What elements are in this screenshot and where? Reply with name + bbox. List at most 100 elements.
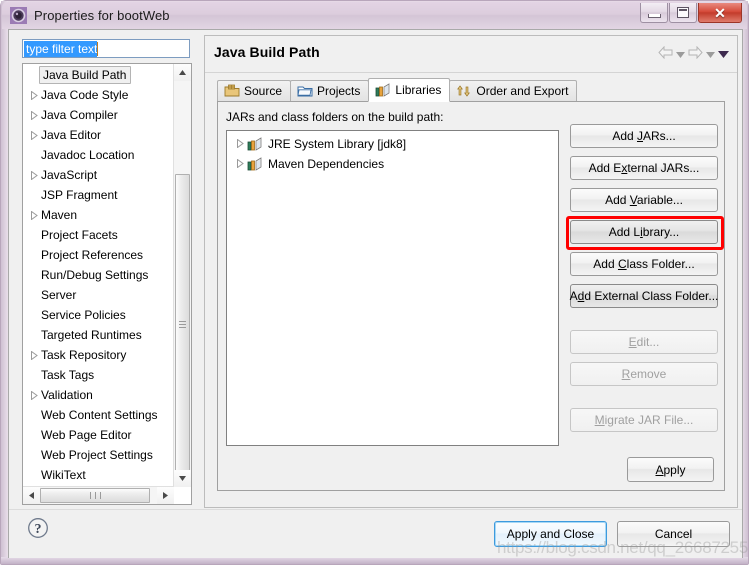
minimize-button[interactable] (640, 3, 668, 23)
add-external-class-folder-button[interactable]: Add External Class Folder... (570, 284, 718, 308)
libraries-tab-content: JARs and class folders on the build path… (218, 102, 724, 490)
close-icon: ✕ (714, 6, 726, 20)
apply-button[interactable]: Apply (627, 457, 714, 482)
tab-order-and-export[interactable]: Order and Export (449, 80, 577, 102)
button-label: Add JARs... (612, 129, 675, 143)
sidebar-item-java-compiler[interactable]: Java Compiler (23, 105, 175, 125)
sidebar-item-maven[interactable]: Maven (23, 205, 175, 225)
add-library-button[interactable]: Add Library... (570, 220, 718, 244)
filter-input-value: type filter text (24, 41, 97, 57)
order-export-icon (456, 83, 472, 99)
build-path-entry-label: JRE System Library [jdk8] (268, 137, 406, 151)
apply-and-close-button[interactable]: Apply and Close (494, 521, 607, 547)
scroll-left-button[interactable] (23, 487, 40, 504)
jars-label: JARs and class folders on the build path… (226, 110, 443, 124)
sidebar-item-label: Service Policies (41, 307, 126, 323)
settings-tree-pane: type filter text Java Build Path Java Cod… (14, 35, 198, 508)
tab-projects[interactable]: Projects (290, 80, 369, 102)
sidebar-item-java-editor[interactable]: Java Editor (23, 125, 175, 145)
tab-source[interactable]: Source (217, 80, 291, 102)
add-class-folder-button[interactable]: Add Class Folder... (570, 252, 718, 276)
sidebar-item-label: Maven (41, 207, 77, 223)
restore-icon (677, 7, 689, 18)
restore-button[interactable] (669, 3, 697, 23)
tree-vertical-scrollbar[interactable] (173, 64, 191, 487)
sidebar-item-task-repository[interactable]: Task Repository (23, 345, 175, 365)
sidebar-item-java-code-style[interactable]: Java Code Style (23, 85, 175, 105)
dialog-bottom-bar: ? Apply and Close Cancel (9, 509, 742, 558)
sidebar-item-label: Project References (41, 247, 143, 263)
button-label: Add Variable... (605, 193, 683, 207)
scroll-right-button[interactable] (157, 487, 174, 504)
build-path-entry-row[interactable]: Maven Dependencies (227, 154, 558, 174)
scroll-thumb[interactable] (175, 174, 190, 474)
title-bar[interactable]: Properties for bootWeb ✕ (2, 2, 747, 29)
hscroll-thumb[interactable] (40, 488, 150, 503)
sidebar-item-task-tags[interactable]: Task Tags (23, 365, 175, 385)
add-variable-button[interactable]: Add Variable... (570, 188, 718, 212)
tree-horizontal-scrollbar[interactable] (23, 486, 174, 504)
sidebar-item-validation[interactable]: Validation (23, 385, 175, 405)
back-dropdown-icon[interactable] (676, 47, 685, 61)
sidebar-item-label: Task Repository (41, 347, 126, 363)
libraries-books-icon (375, 82, 391, 98)
sidebar-item-run-debug-settings[interactable]: Run/Debug Settings (23, 265, 175, 285)
sidebar-item-jsp-fragment[interactable]: JSP Fragment (23, 185, 175, 205)
sidebar-item-label: Targeted Runtimes (41, 327, 142, 343)
build-path-entry-row[interactable]: JRE System Library [jdk8] (227, 134, 558, 154)
button-label: Apply and Close (507, 527, 594, 541)
sidebar-item-project-facets[interactable]: Project Facets (23, 225, 175, 245)
window-frame-bottom (1, 557, 748, 564)
tab-libraries[interactable]: Libraries (368, 78, 450, 102)
forward-dropdown-icon[interactable] (706, 47, 715, 61)
sidebar-item-label: Java Build Path (39, 66, 131, 84)
sidebar-item-server[interactable]: Server (23, 285, 175, 305)
sidebar-item-web-project-settings[interactable]: Web Project Settings (23, 445, 175, 465)
help-icon[interactable]: ? (27, 517, 49, 539)
expand-arrow-icon[interactable] (27, 171, 41, 180)
button-label: Add Library... (609, 225, 679, 239)
view-menu-icon[interactable] (718, 47, 729, 61)
expand-arrow-icon[interactable] (27, 131, 41, 140)
sidebar-item-project-references[interactable]: Project References (23, 245, 175, 265)
expand-arrow-icon[interactable] (233, 137, 247, 151)
scroll-down-button[interactable] (174, 470, 191, 487)
sidebar-item-label: Server (41, 287, 76, 303)
settings-tree[interactable]: Java Build Path Java Code Style Java Compi… (22, 63, 192, 505)
sidebar-item-service-policies[interactable]: Service Policies (23, 305, 175, 325)
libraries-tab-panel: JARs and class folders on the build path… (217, 101, 725, 491)
search-input[interactable]: type filter text (22, 39, 190, 58)
sidebar-item-label: Java Code Style (41, 87, 128, 103)
sidebar-item-wikitext[interactable]: WikiText (23, 465, 175, 485)
hscroll-grip-icon (88, 492, 103, 499)
expand-arrow-icon[interactable] (27, 351, 41, 360)
expand-arrow-icon[interactable] (27, 211, 41, 220)
sidebar-item-targeted-runtimes[interactable]: Targeted Runtimes (23, 325, 175, 345)
expand-arrow-icon[interactable] (27, 91, 41, 100)
add-jars-button[interactable]: Add JARs... (570, 124, 718, 148)
sidebar-item-web-content-settings[interactable]: Web Content Settings (23, 405, 175, 425)
close-button[interactable]: ✕ (698, 3, 742, 23)
cancel-button[interactable]: Cancel (617, 521, 730, 547)
properties-dialog-window: Properties for bootWeb ✕ type filter tex… (0, 0, 749, 565)
sidebar-item-javadoc-location[interactable]: Javadoc Location (23, 145, 175, 165)
scroll-up-button[interactable] (174, 64, 191, 81)
expand-arrow-icon[interactable] (233, 157, 247, 171)
expand-arrow-icon[interactable] (27, 391, 41, 400)
sidebar-item-java-build-path[interactable]: Java Build Path (23, 65, 175, 85)
apply-button-label: Apply (655, 463, 685, 477)
build-path-entry-label: Maven Dependencies (268, 157, 384, 171)
back-arrow-icon[interactable] (658, 46, 673, 62)
sidebar-item-label: Java Compiler (41, 107, 118, 123)
sidebar-item-label: Project Facets (41, 227, 118, 243)
sidebar-item-label: Javadoc Location (41, 147, 134, 163)
button-group-spacer (570, 394, 718, 408)
tab-label: Libraries (395, 83, 441, 97)
build-path-entries-tree[interactable]: JRE System Library [jdk8] Maven Dependenc… (226, 130, 559, 446)
forward-arrow-icon[interactable] (688, 46, 703, 62)
sidebar-item-web-page-editor[interactable]: Web Page Editor (23, 425, 175, 445)
source-folder-icon (224, 83, 240, 99)
add-external-jars-button[interactable]: Add External JARs... (570, 156, 718, 180)
expand-arrow-icon[interactable] (27, 111, 41, 120)
sidebar-item-javascript[interactable]: JavaScript (23, 165, 175, 185)
